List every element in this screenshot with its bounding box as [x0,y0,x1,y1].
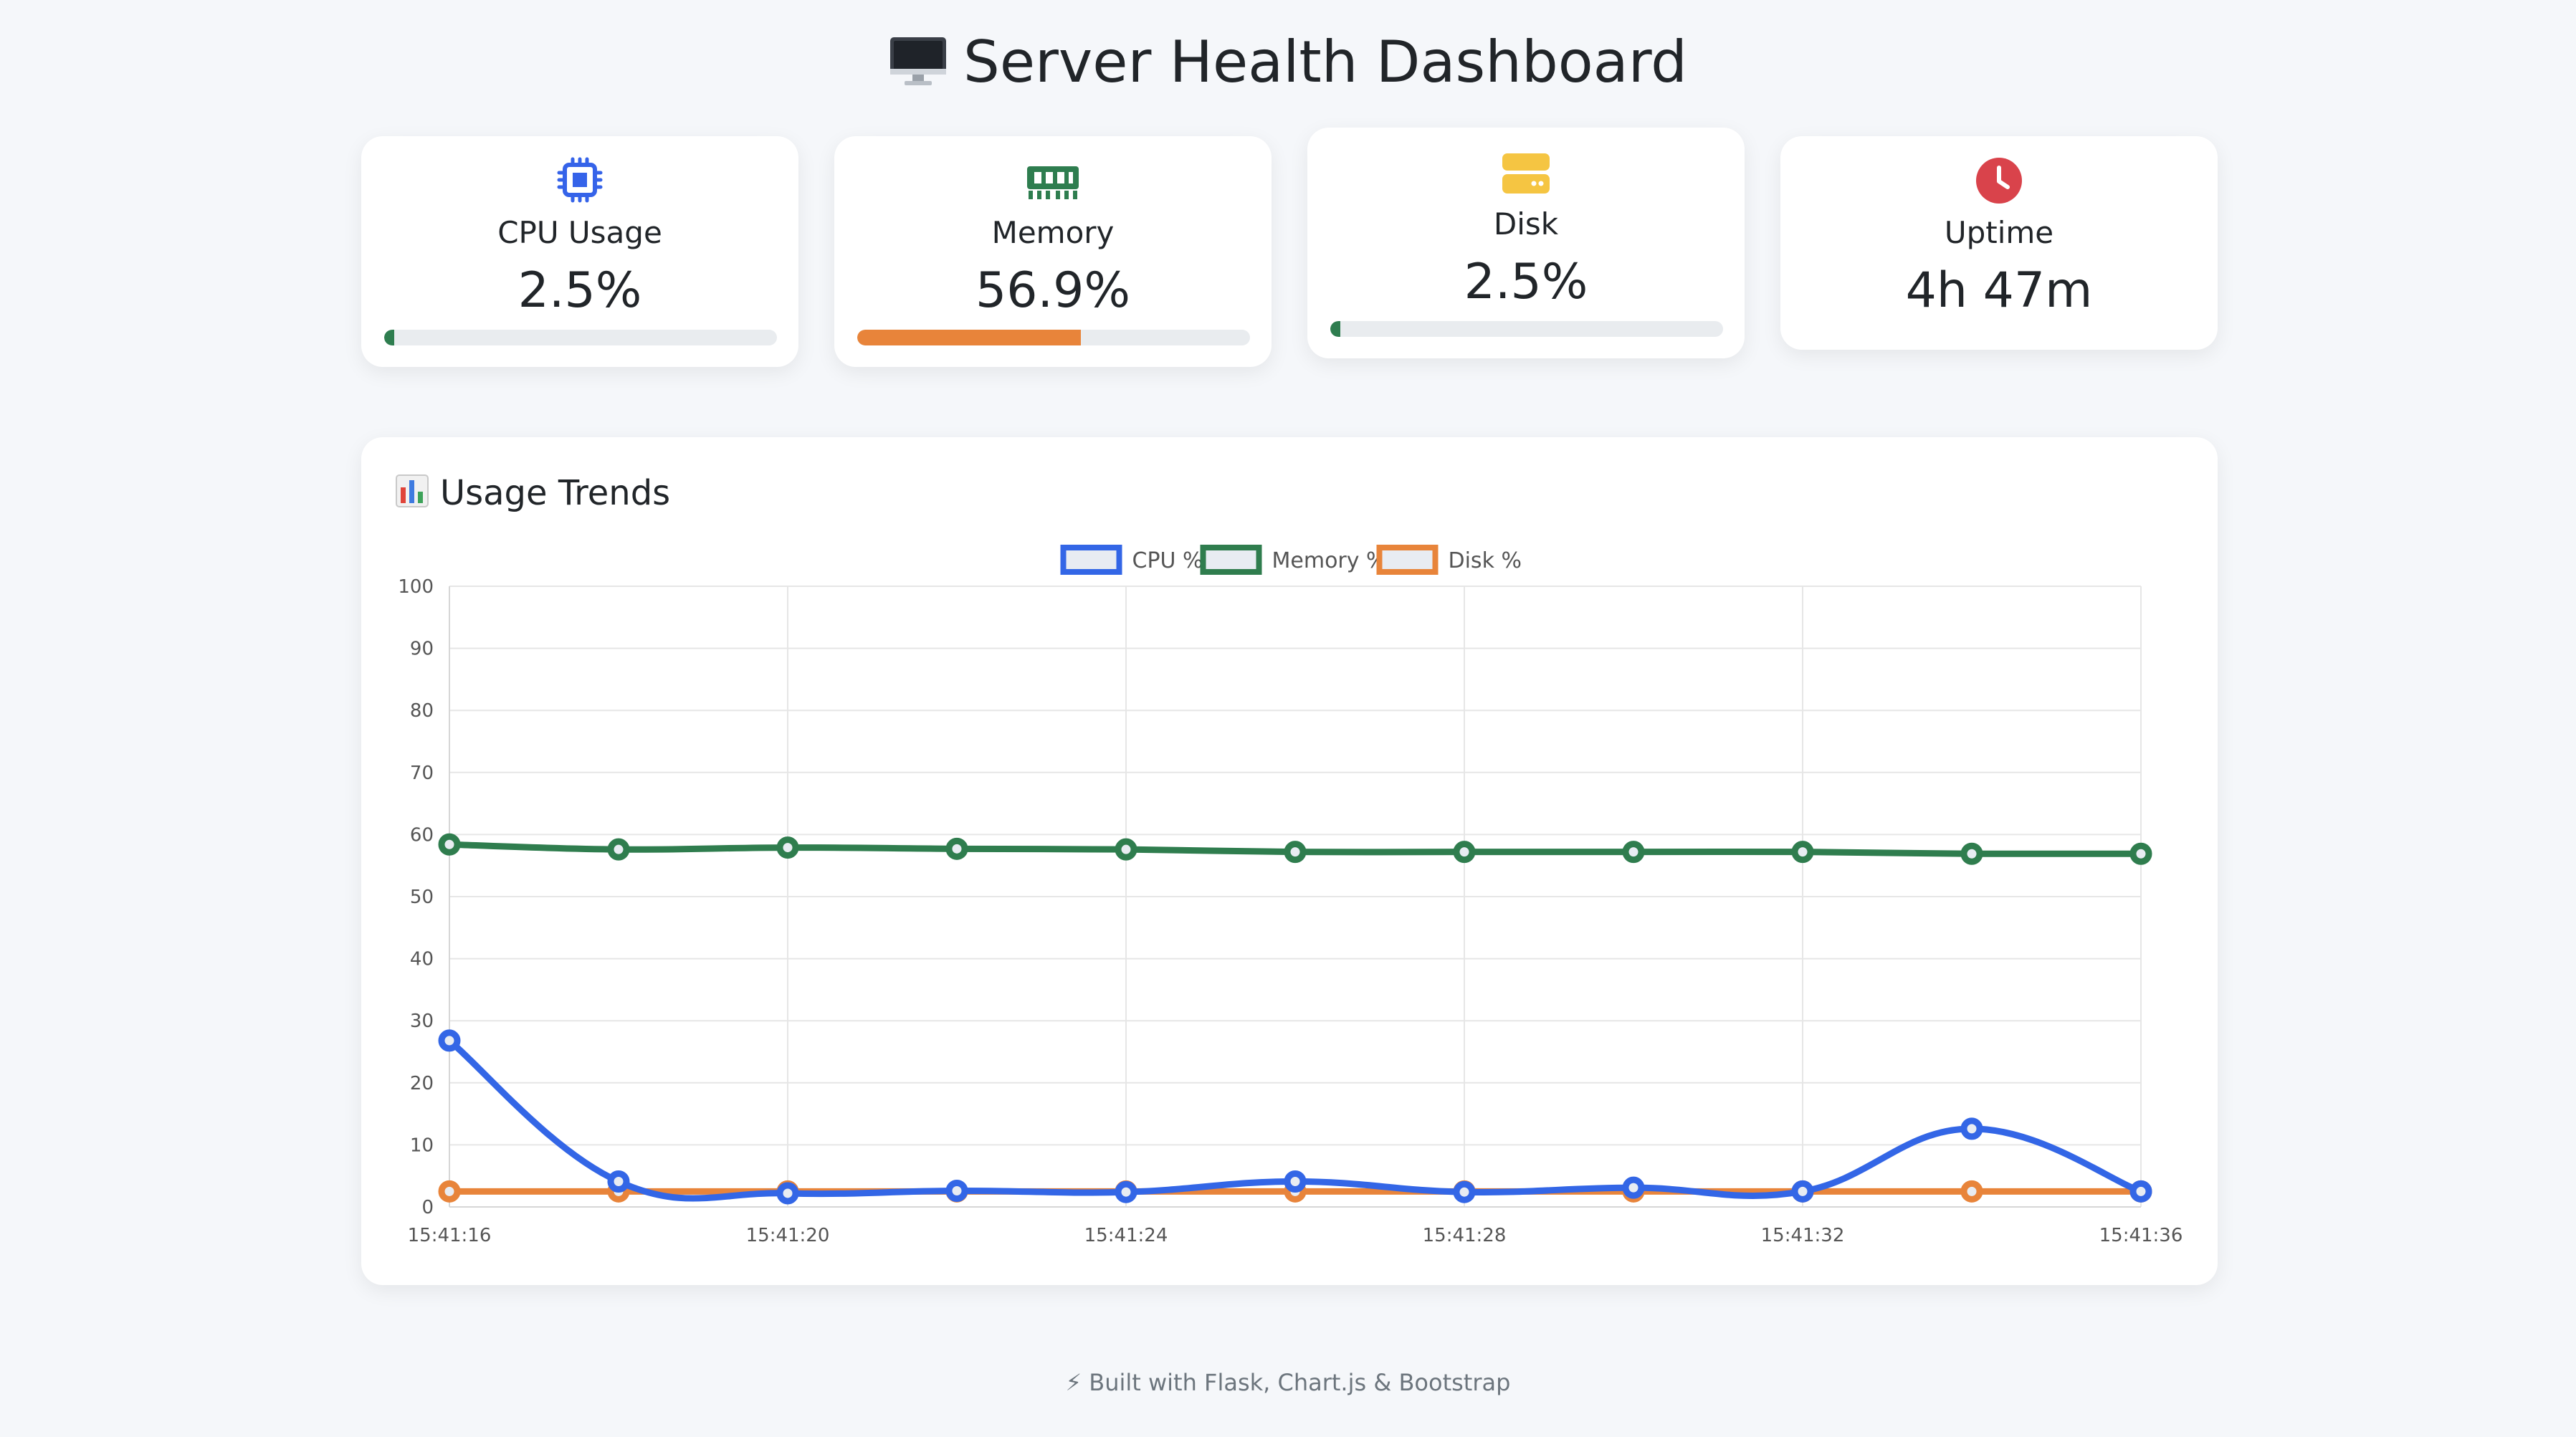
footer: ⚡ Built with Flask, Chart.js & Bootstrap [1065,1369,1511,1396]
y-tick-label: 20 [410,1073,434,1094]
disk-value: 2.5% [1464,254,1588,310]
cpu-data-point [945,1179,968,1202]
memory-data-point [607,838,630,861]
x-tick-label: 15:41:16 [408,1225,492,1246]
disk-legend-label: Disk % [1449,548,1522,573]
disk-data-point [1960,1180,1983,1203]
memory-data-point [1284,841,1307,864]
memory-label: Memory [991,215,1115,250]
usage-trends-chart: 0 10 20 30 40 50 60 70 80 90 100 15:41:16 15:41:20 15… [398,545,2183,1246]
cpu-label: CPU Usage [497,215,662,250]
page-title: Server Health Dashboard [0,29,2576,101]
cpu-data-point [1960,1117,1983,1140]
memory-legend-label: Memory % [1272,548,1387,573]
uptime-value: 4h 47m [1905,262,2093,319]
page-title-text: Server Health Dashboard [963,29,1687,95]
memory-progress-fill [857,330,1081,345]
memory-data-point [776,836,799,859]
memory-data-point [1791,841,1814,864]
cpu-progress-bar [384,330,777,345]
cpu-chip-icon [361,156,798,206]
hard-drive-icon [1307,152,1745,198]
cpu-data-point [1284,1170,1307,1193]
uptime-label: Uptime [1944,215,2054,250]
memory-value: 56.9% [975,262,1131,319]
usage-trends-card: Usage Trends 0 10 20 30 40 50 60 70 80 90 100 15:41… [361,437,2218,1285]
cpu-progress-fill [384,330,394,345]
memory-data-point [1115,838,1137,861]
memory-card: Memory 56.9% [834,136,1272,367]
uptime-card: Uptime 4h 47m [1780,136,2218,350]
clock-icon [1780,156,2218,208]
memory-data-point [945,837,968,860]
cpu-data-point [776,1182,799,1205]
cpu-data-point [1115,1180,1137,1203]
y-tick-label: 70 [410,763,434,784]
cpu-card: CPU Usage 2.5% [361,136,798,367]
cpu-legend-label: CPU % [1132,548,1203,573]
memory-data-point [1960,842,1983,865]
memory-data-point [1453,841,1476,864]
y-tick-label: 100 [398,576,434,598]
cpu-data-point [438,1029,461,1052]
cpu-data-point [2129,1180,2152,1203]
y-tick-label: 40 [410,949,434,970]
x-tick-label: 15:41:36 [2099,1225,2183,1246]
disk-card: Disk 2.5% [1307,128,1745,358]
x-tick-label: 15:41:28 [1423,1225,1507,1246]
memory-data-point [1622,841,1645,864]
disk-data-point [438,1180,461,1203]
disk-progress-fill [1330,321,1340,337]
x-tick-label: 15:41:24 [1084,1225,1168,1246]
y-tick-label: 60 [410,824,434,846]
cpu-data-point [1453,1180,1476,1203]
y-tick-label: 50 [410,887,434,908]
cpu-legend-swatch [1060,545,1122,575]
cpu-value: 2.5% [517,262,642,319]
memory-ram-icon [834,163,1272,204]
memory-legend-swatch [1200,545,1262,575]
disk-progress-bar [1330,321,1723,337]
disk-label: Disk [1493,206,1559,242]
cpu-data-point [1791,1180,1814,1203]
x-tick-label: 15:41:20 [746,1225,830,1246]
y-tick-label: 90 [410,639,434,660]
cpu-data-point [1622,1176,1645,1199]
x-tick-label: 15:41:32 [1761,1225,1845,1246]
memory-data-point [2129,842,2152,865]
disk-legend-swatch [1376,545,1439,575]
y-tick-label: 80 [410,700,434,722]
y-tick-label: 0 [421,1197,434,1218]
y-tick-label: 10 [410,1135,434,1156]
memory-data-point [438,833,461,856]
desktop-computer-icon [889,34,948,101]
y-tick-label: 30 [410,1011,434,1032]
cpu-data-point [607,1170,630,1193]
memory-progress-bar [857,330,1250,345]
